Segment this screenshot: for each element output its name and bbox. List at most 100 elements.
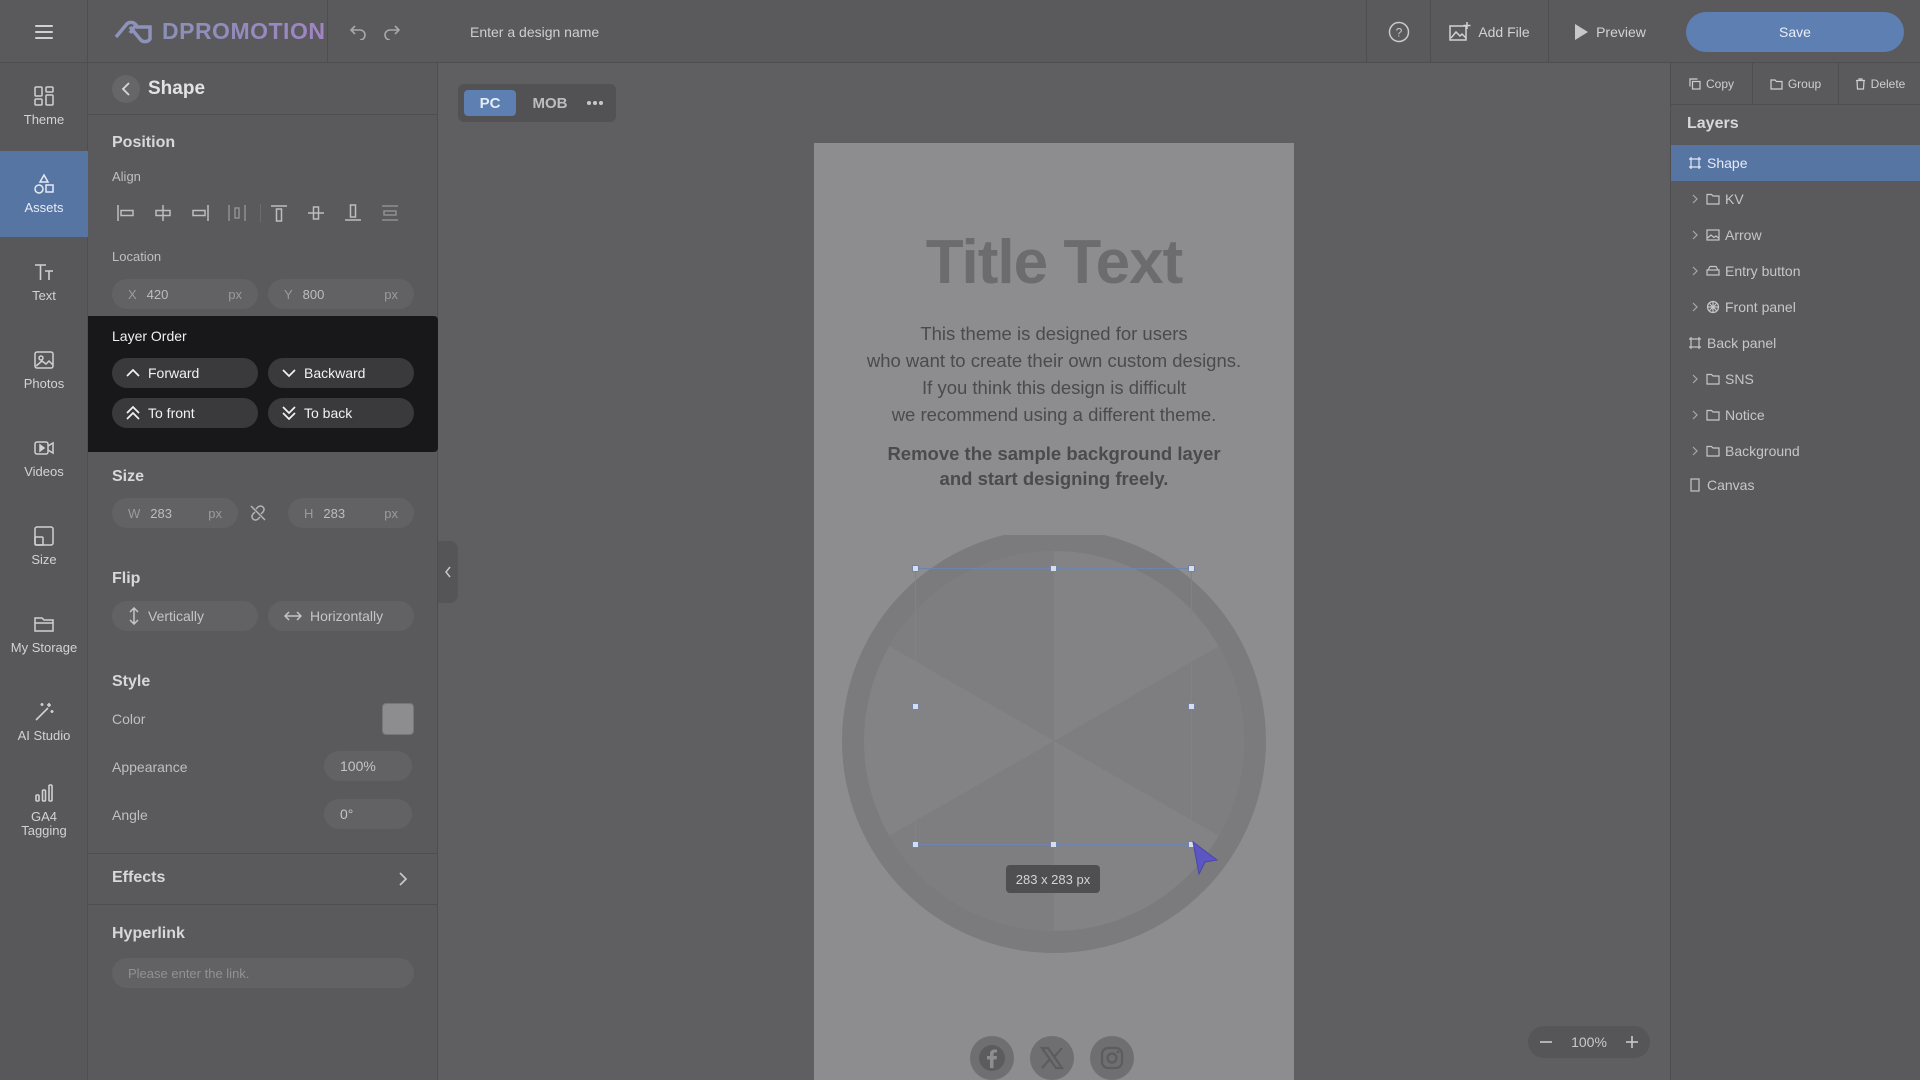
resize-handle-right[interactable] (1188, 703, 1195, 710)
chevron-right-icon[interactable] (1689, 446, 1701, 456)
rail-item-videos[interactable]: Videos (0, 415, 88, 501)
notice-line: Remove the sample background layer (887, 443, 1221, 464)
description-text[interactable]: This theme is designed for users who wan… (814, 320, 1294, 428)
group-button[interactable]: Group (1753, 63, 1839, 105)
align-toolbar (112, 200, 412, 226)
zoom-value: 100% (1571, 1034, 1607, 1050)
align-top-icon[interactable] (264, 200, 293, 226)
width-field[interactable]: W 283 px (112, 498, 238, 528)
layer-item-canvas[interactable]: Canvas (1671, 467, 1920, 503)
y-field[interactable]: Y 800 px (268, 279, 414, 309)
pc-mode-button[interactable]: PC (464, 90, 516, 116)
logo[interactable]: DPROMOTION (88, 0, 328, 63)
distribute-vertical-icon[interactable] (375, 200, 404, 226)
resize-handle-bottom-left[interactable] (912, 841, 919, 848)
rail-item-photos[interactable]: Photos (0, 327, 88, 413)
rail-item-ai-studio[interactable]: AI Studio (0, 679, 88, 765)
layer-item-front-panel[interactable]: Front panel (1671, 289, 1920, 325)
group-label: Group (1787, 77, 1822, 91)
copy-button[interactable]: Copy (1671, 63, 1753, 105)
layer-item-background[interactable]: Background (1671, 433, 1920, 469)
chevron-right-icon[interactable] (1689, 374, 1701, 384)
unlink-ratio-icon[interactable] (248, 503, 268, 523)
x-twitter-icon[interactable] (1030, 1036, 1074, 1080)
chevron-right-icon[interactable] (1689, 302, 1701, 312)
layer-item-shape[interactable]: Shape (1671, 145, 1920, 181)
to-back-button[interactable]: To back (268, 398, 414, 428)
angle-label: Angle (112, 807, 148, 823)
layer-item-arrow[interactable]: Arrow (1671, 217, 1920, 253)
flip-horizontal-button[interactable]: Horizontally (268, 601, 414, 631)
flip-vertical-button[interactable]: Vertically (112, 601, 258, 631)
rail-item-theme[interactable]: Theme (0, 63, 88, 149)
layer-item-notice[interactable]: Notice (1671, 397, 1920, 433)
title-text[interactable]: Title Text (814, 227, 1294, 298)
to-back-label: To back (304, 405, 353, 421)
x-field[interactable]: X 420 px (112, 279, 258, 309)
resize-handle-left[interactable] (912, 703, 919, 710)
height-field[interactable]: H 283 px (288, 498, 414, 528)
back-button[interactable] (112, 74, 140, 103)
design-name-input[interactable] (470, 20, 1070, 44)
notice-text[interactable]: Remove the sample background layer and s… (814, 441, 1294, 491)
chevron-right-icon[interactable] (1689, 230, 1701, 240)
w-prefix: W (128, 505, 141, 521)
layer-label: Shape (1707, 155, 1748, 171)
collapse-panel-button[interactable] (438, 541, 458, 603)
resize-handle-top-left[interactable] (912, 565, 919, 572)
align-middle-vertical-icon[interactable] (301, 200, 330, 226)
flip-title: Flip (112, 570, 141, 587)
rail-item-text[interactable]: Text (0, 239, 88, 325)
chevron-right-icon[interactable] (1689, 266, 1701, 276)
instagram-icon[interactable] (1090, 1036, 1134, 1080)
size-tooltip: 283 x 283 px (1006, 865, 1100, 893)
delete-button[interactable]: Delete (1839, 63, 1920, 105)
save-button[interactable]: Save (1686, 12, 1904, 52)
align-bottom-icon[interactable] (338, 200, 367, 226)
align-left-icon[interactable] (112, 200, 141, 226)
backward-button[interactable]: Backward (268, 358, 414, 388)
rail-item-assets[interactable]: Assets (0, 151, 88, 237)
undo-icon[interactable] (349, 24, 367, 40)
forward-button[interactable]: Forward (112, 358, 258, 388)
align-center-horizontal-icon[interactable] (149, 200, 178, 226)
distribute-horizontal-icon[interactable] (223, 200, 252, 226)
rail-item-my-storage[interactable]: My Storage (0, 591, 88, 677)
effects-row[interactable]: Effects (88, 854, 438, 904)
resize-handle-top-right[interactable] (1188, 565, 1195, 572)
align-right-icon[interactable] (186, 200, 215, 226)
add-file-button[interactable]: Add File (1430, 0, 1548, 63)
layer-item-back-panel[interactable]: Back panel (1671, 325, 1920, 361)
chevron-right-icon[interactable] (1689, 410, 1701, 420)
more-options-button[interactable] (580, 90, 610, 116)
assets-icon (34, 173, 54, 194)
redo-icon[interactable] (383, 24, 401, 40)
layer-label: Front panel (1725, 299, 1796, 315)
mobile-mode-button[interactable]: MOB (524, 90, 576, 116)
rail-label-size: Size (31, 552, 57, 567)
resize-handle-top[interactable] (1050, 565, 1057, 572)
rail-item-ga4-tagging[interactable]: GA4 Tagging (0, 767, 88, 853)
layer-item-kv[interactable]: KV (1671, 181, 1920, 217)
facebook-icon[interactable] (970, 1036, 1014, 1080)
hyperlink-input[interactable] (112, 958, 414, 988)
w-value: 283 (150, 505, 172, 521)
menu-button[interactable] (0, 0, 88, 63)
help-button[interactable]: ? (1366, 0, 1430, 63)
to-front-button[interactable]: To front (112, 398, 258, 428)
color-swatch[interactable] (382, 703, 414, 735)
zoom-in-icon[interactable] (1624, 1034, 1640, 1050)
trash-icon (1855, 78, 1865, 90)
layer-item-sns[interactable]: SNS (1671, 361, 1920, 397)
chevron-right-icon[interactable] (1689, 194, 1701, 204)
selection-box[interactable] (912, 565, 1195, 848)
angle-field[interactable]: 0° (324, 799, 412, 829)
rail-item-size[interactable]: Size (0, 503, 88, 589)
size-icon (34, 526, 54, 546)
zoom-out-icon[interactable] (1538, 1034, 1554, 1050)
layer-item-entry-button[interactable]: Entry button (1671, 253, 1920, 289)
resize-handle-bottom[interactable] (1050, 841, 1057, 848)
x-prefix: X (128, 286, 137, 302)
preview-button[interactable]: Preview (1548, 0, 1670, 63)
appearance-field[interactable]: 100% (324, 751, 412, 781)
